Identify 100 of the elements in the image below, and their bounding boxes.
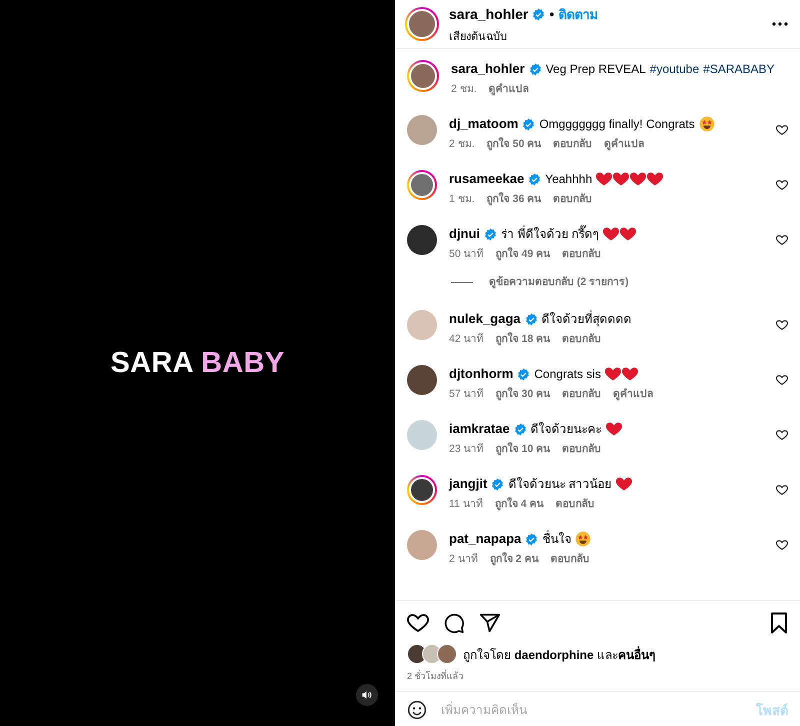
heart-emoji-icon <box>606 421 622 437</box>
audio-label[interactable]: เสียงต้นฉบับ <box>449 26 762 44</box>
comment-action-link[interactable]: ดูคำแปล <box>613 387 654 401</box>
heart-icon[interactable] <box>776 179 788 191</box>
username[interactable]: nulek_gaga <box>449 310 521 328</box>
comment-action-link[interactable]: ตอบกลับ <box>562 442 602 456</box>
username[interactable]: iamkratae <box>449 420 510 438</box>
comment-action-link[interactable]: ถูกใจ 10 คน <box>496 442 550 456</box>
video-title-word: SARA <box>110 346 193 378</box>
comment-text: ร่า พี่ดีใจด้วย กรี๊ดๆ <box>501 225 599 243</box>
heart-emoji-icon <box>647 171 664 187</box>
comment-input-field[interactable]: เพิ่มความคิดเห็น <box>441 699 742 721</box>
heart-icon[interactable] <box>776 234 788 246</box>
heart-emoji-icon <box>602 226 619 242</box>
video-title-word: BABY <box>201 346 285 378</box>
username[interactable]: dj_matoom <box>449 115 518 133</box>
sound-toggle-button[interactable] <box>356 684 378 706</box>
comment-text: ดีใจด้วยนะ สาวน้อย <box>508 476 612 493</box>
avatar-with-story-ring[interactable] <box>407 170 437 200</box>
comment-action-link[interactable]: ตอบกลับ <box>550 552 590 566</box>
comment-text: ดีใจด้วยที่สุดดดด <box>542 310 632 328</box>
separator-dot: • <box>549 6 554 22</box>
username[interactable]: sara_hohler <box>451 60 525 78</box>
comment-action-link[interactable]: ถูกใจ 30 คน <box>496 387 550 401</box>
heart-icon[interactable] <box>776 319 788 331</box>
heart-icon[interactable] <box>776 374 788 386</box>
comment-action-link[interactable]: ถูกใจ 50 คน <box>486 137 542 151</box>
username[interactable]: djtonhorm <box>449 365 514 383</box>
verified-badge-icon <box>528 62 542 76</box>
comment-text: Omggggggg finally! Congrats <box>539 116 695 133</box>
comment-action-link[interactable]: ดูคำแปล <box>604 137 644 151</box>
comment-time: 57 นาที <box>449 387 484 401</box>
heart-icon[interactable] <box>776 429 788 441</box>
avatar-with-story-ring[interactable] <box>407 60 439 92</box>
star-eyes-face-icon <box>698 116 715 132</box>
liked-by-text[interactable]: ถูกใจโดย daendorphine และคนอื่นๆ <box>463 644 656 664</box>
liker-avatars <box>407 644 457 664</box>
star-eyes-face-icon <box>575 531 592 547</box>
bookmark-icon[interactable] <box>770 612 788 634</box>
comment-time: 2 นาที <box>449 552 478 566</box>
comment-action-link[interactable]: ถูกใจ 36 คน <box>486 192 542 206</box>
comment-action-link[interactable]: ถูกใจ 2 คน <box>490 552 538 566</box>
heart-emoji-icon <box>596 171 612 187</box>
comment-time: 11 นาที <box>449 497 483 511</box>
heart-emoji-icon <box>620 226 636 242</box>
heart-emoji-icon <box>630 171 646 187</box>
comment-action-link[interactable]: ถูกใจ 49 คน <box>496 247 550 261</box>
comment-action-link[interactable]: ตอบกลับ <box>562 247 602 261</box>
comment-time: 1 ชม. <box>449 192 475 206</box>
username[interactable]: sara_hohler <box>449 6 528 22</box>
comment-bubble-icon[interactable] <box>443 612 465 634</box>
heart-icon[interactable] <box>776 124 788 136</box>
verified-badge-icon <box>524 312 538 326</box>
hashtag-link[interactable]: #youtube <box>650 60 700 78</box>
comment-action-link[interactable]: ถูกใจ 4 คน <box>494 497 544 511</box>
heart-emoji-icon <box>613 171 630 187</box>
comment-action-link[interactable]: ตอบกลับ <box>553 137 592 151</box>
username[interactable]: pat_napapa <box>449 530 522 548</box>
avatar[interactable] <box>407 225 437 255</box>
paper-plane-icon[interactable] <box>479 612 501 634</box>
comment-time: 2 ชม. <box>451 82 477 96</box>
follow-link[interactable]: ติดตาม <box>558 4 598 24</box>
verified-badge-icon <box>484 228 498 240</box>
more-options-icon[interactable] <box>772 22 788 26</box>
comment-action-link[interactable]: ถูกใจ 18 คน <box>496 332 550 346</box>
verified-badge-icon <box>522 118 536 130</box>
comment-text: Congrats sis <box>534 366 601 383</box>
verified-badge-icon <box>525 532 538 546</box>
caption-text: Veg Prep REVEAL <box>546 61 646 78</box>
verified-badge-icon <box>528 172 542 186</box>
comment-time: 23 นาที <box>449 442 484 456</box>
heart-icon[interactable] <box>776 484 788 496</box>
comment-action-link[interactable]: ตอบกลับ <box>562 387 602 401</box>
comment-action-link[interactable]: ตอบกลับ <box>562 332 602 346</box>
comment-time: 2 ชม. <box>449 137 475 151</box>
username[interactable]: jangjit <box>449 475 488 493</box>
smiley-icon[interactable] <box>407 700 427 720</box>
username[interactable]: djnui <box>449 225 480 243</box>
heart-emoji-icon <box>622 366 638 382</box>
comment-time: 42 นาที <box>449 332 484 346</box>
heart-icon[interactable] <box>776 539 788 551</box>
comment-action-link[interactable]: ดูคำแปล <box>488 82 529 96</box>
comment-action-link[interactable]: ตอบกลับ <box>556 497 595 511</box>
post-time: 2 ชั่วโมงที่แล้ว <box>407 669 465 683</box>
hashtag-link[interactable]: #SARABABY <box>703 60 775 78</box>
comment-text: ดีใจด้วยนะคะ <box>530 421 602 438</box>
heart-emoji-icon <box>616 476 632 492</box>
avatar-with-story-ring[interactable] <box>405 7 439 41</box>
avatar-with-story-ring[interactable] <box>407 475 437 505</box>
heart-emoji-icon <box>604 366 621 382</box>
view-replies-link[interactable]: ดูข้อความตอบกลับ (2 รายการ) <box>489 275 629 289</box>
comment-text: ชื่นใจ <box>542 530 572 548</box>
comment-action-link[interactable]: ตอบกลับ <box>553 192 592 206</box>
heart-icon[interactable] <box>407 612 429 634</box>
comment-text: Yeahhhh <box>545 171 592 188</box>
username[interactable]: rusameekae <box>449 170 524 188</box>
avatar[interactable] <box>407 365 437 395</box>
verified-badge-icon <box>491 478 504 490</box>
comment-time: 50 นาที <box>449 247 484 261</box>
verified-badge-icon <box>514 422 527 436</box>
